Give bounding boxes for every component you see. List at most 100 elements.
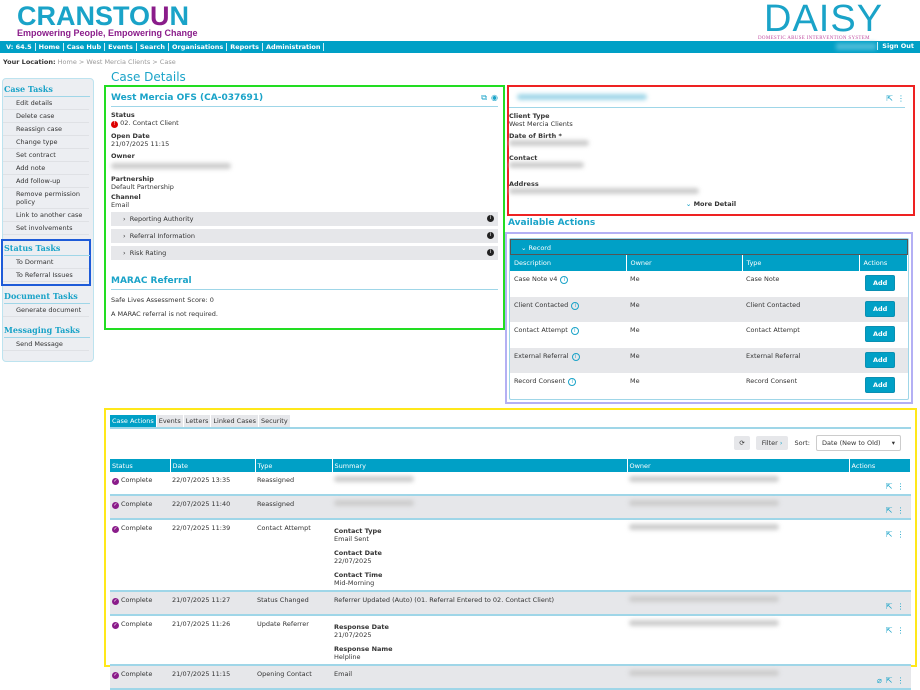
- hierarchy-icon[interactable]: ⧉: [481, 93, 487, 102]
- complete-check-icon: ✓: [112, 672, 119, 679]
- case-action-row[interactable]: ✓ Complete 21/07/2025 11:15 Opening Contact…: [110, 665, 911, 690]
- add-button[interactable]: Add: [865, 275, 896, 291]
- section-risk-rating[interactable]: › Risk Rating i: [111, 246, 498, 260]
- channel-label: Channel: [111, 193, 141, 201]
- owner-redacted: [629, 596, 779, 602]
- info-icon[interactable]: i: [570, 327, 579, 335]
- info-icon: i: [487, 215, 494, 222]
- action-owner: Me: [626, 296, 742, 322]
- sidebar-task-item[interactable]: Remove permission policy: [3, 188, 89, 209]
- nav-search[interactable]: Search: [137, 43, 170, 51]
- status-label: Status: [111, 111, 135, 119]
- share-icon[interactable]: ⇱: [886, 602, 893, 611]
- case-action-row[interactable]: ✓ Complete 22/07/2025 11:40 Reassigned ⇱ ⋮: [110, 495, 911, 520]
- share-icon[interactable]: ⇱: [886, 626, 893, 635]
- nav-organisations[interactable]: Organisations: [169, 43, 228, 51]
- action-type: Contact Attempt: [746, 326, 800, 334]
- nav-reports[interactable]: Reports: [227, 43, 263, 51]
- col-owner: Owner: [627, 459, 850, 472]
- tab-events[interactable]: Events: [156, 415, 183, 427]
- case-action-row[interactable]: ✓ Complete 21/07/2025 11:26 Update Referrer…: [110, 615, 911, 666]
- row-date: 21/07/2025 11:27: [170, 591, 255, 616]
- share-icon[interactable]: ⇱: [886, 482, 893, 491]
- sidebar-task-item[interactable]: Edit details: [3, 97, 89, 110]
- available-actions-table: Description Owner Type Actions Case Note…: [510, 255, 908, 399]
- summary-redacted: [334, 476, 414, 482]
- sort-select[interactable]: Date (New to Old) ▾: [816, 435, 901, 451]
- sidebar-task-item[interactable]: To Dormant: [3, 256, 89, 269]
- action-owner: Me: [630, 326, 640, 334]
- more-icon[interactable]: ⋮: [897, 602, 905, 611]
- info-icon[interactable]: i: [571, 352, 580, 361]
- more-detail-toggle[interactable]: ⌄ More Detail: [509, 200, 913, 208]
- nav-case-hub[interactable]: Case Hub: [64, 43, 106, 51]
- share-icon[interactable]: ⇱: [886, 676, 893, 685]
- sidebar-task-item[interactable]: Generate document: [3, 304, 89, 317]
- info-icon[interactable]: i: [560, 276, 569, 284]
- tab-case-actions[interactable]: Case Actions: [110, 415, 156, 427]
- open-date-value: 21/07/2025 11:15: [111, 140, 170, 148]
- summary-field-value: Email Sent: [334, 535, 369, 543]
- more-icon[interactable]: ⋮: [897, 506, 905, 515]
- sidebar-task-item[interactable]: Reassign case: [3, 123, 89, 136]
- more-icon[interactable]: ⋮: [897, 676, 905, 685]
- sidebar-task-item[interactable]: Add note: [3, 162, 89, 175]
- share-icon[interactable]: ⇱: [886, 94, 893, 103]
- add-button[interactable]: Add: [865, 326, 896, 342]
- row-date: 22/07/2025 11:40: [170, 495, 255, 520]
- tab-letters[interactable]: Letters: [183, 415, 211, 427]
- section-reporting-authority[interactable]: › Reporting Authority i: [111, 212, 498, 226]
- sidebar-task-item[interactable]: Set involvements: [3, 222, 89, 235]
- info-icon[interactable]: i: [568, 378, 577, 386]
- nav-events[interactable]: Events: [105, 43, 137, 51]
- owner-redacted: [629, 670, 779, 676]
- action-type: Record Consent: [746, 377, 798, 385]
- share-icon[interactable]: ⇱: [886, 506, 893, 515]
- record-group-header[interactable]: ⌄ Record: [510, 239, 908, 255]
- action-type: Case Note: [746, 275, 780, 283]
- action-type: External Referral: [742, 347, 859, 373]
- complete-check-icon: ✓: [112, 478, 119, 485]
- sidebar-task-item[interactable]: Add follow-up: [3, 175, 89, 188]
- more-icon[interactable]: ⋮: [897, 530, 905, 539]
- row-status: Complete: [121, 670, 153, 678]
- add-button[interactable]: Add: [865, 351, 896, 368]
- summary-field-label: Response Name: [334, 645, 393, 653]
- row-status: Complete: [121, 500, 153, 508]
- filter-button[interactable]: Filter ›: [755, 436, 789, 450]
- refresh-button[interactable]: ⟳: [734, 436, 750, 450]
- action-type: Client Contacted: [742, 296, 859, 322]
- more-icon[interactable]: ⋮: [897, 626, 905, 635]
- sidebar-task-item[interactable]: Send Message: [3, 338, 89, 351]
- row-type: Status Changed: [255, 591, 332, 616]
- case-action-row[interactable]: ✓ Complete 22/07/2025 11:39 Contact Attempt…: [110, 519, 911, 592]
- sidebar-task-item[interactable]: To Referral Issues: [3, 269, 89, 282]
- case-action-row[interactable]: ✓ Complete 21/07/2025 11:27 Status Changed R…: [110, 591, 911, 616]
- sidebar-task-item[interactable]: Link to another case: [3, 209, 89, 222]
- sign-out-link[interactable]: Sign Out: [877, 42, 914, 50]
- share-icon[interactable]: ⇱: [886, 530, 893, 539]
- eye-icon[interactable]: ◉: [491, 93, 498, 102]
- nav-administration[interactable]: Administration: [263, 43, 325, 51]
- row-type: Opening Contact: [255, 665, 332, 690]
- chevron-down-icon: ⌄: [685, 200, 692, 208]
- more-icon[interactable]: ⋮: [897, 482, 905, 491]
- section-referral-information[interactable]: › Referral Information i: [111, 229, 498, 243]
- paperclip-icon[interactable]: ⌀: [877, 676, 882, 685]
- case-action-row[interactable]: ✓ Complete 22/07/2025 13:35 Reassigned ⇱ ⋮: [110, 472, 911, 496]
- more-icon[interactable]: ⋮: [897, 94, 905, 103]
- add-button[interactable]: Add: [865, 300, 896, 317]
- add-button[interactable]: Add: [865, 377, 896, 393]
- col-status: Status: [110, 459, 171, 472]
- col-summary: Summary: [332, 459, 628, 472]
- sidebar-task-item[interactable]: Change type: [3, 136, 89, 149]
- action-row: Contact Attempt i Me Contact Attempt Add: [510, 322, 908, 348]
- tab-security[interactable]: Security: [258, 415, 290, 427]
- nav-home[interactable]: Home: [36, 43, 64, 51]
- tab-linked-cases[interactable]: Linked Cases: [211, 415, 258, 427]
- user-name-redacted: [836, 43, 876, 50]
- row-type: Contact Attempt: [255, 519, 332, 592]
- sidebar-task-item[interactable]: Delete case: [3, 110, 89, 123]
- info-icon[interactable]: i: [571, 301, 580, 310]
- sidebar-task-item[interactable]: Set contract: [3, 149, 89, 162]
